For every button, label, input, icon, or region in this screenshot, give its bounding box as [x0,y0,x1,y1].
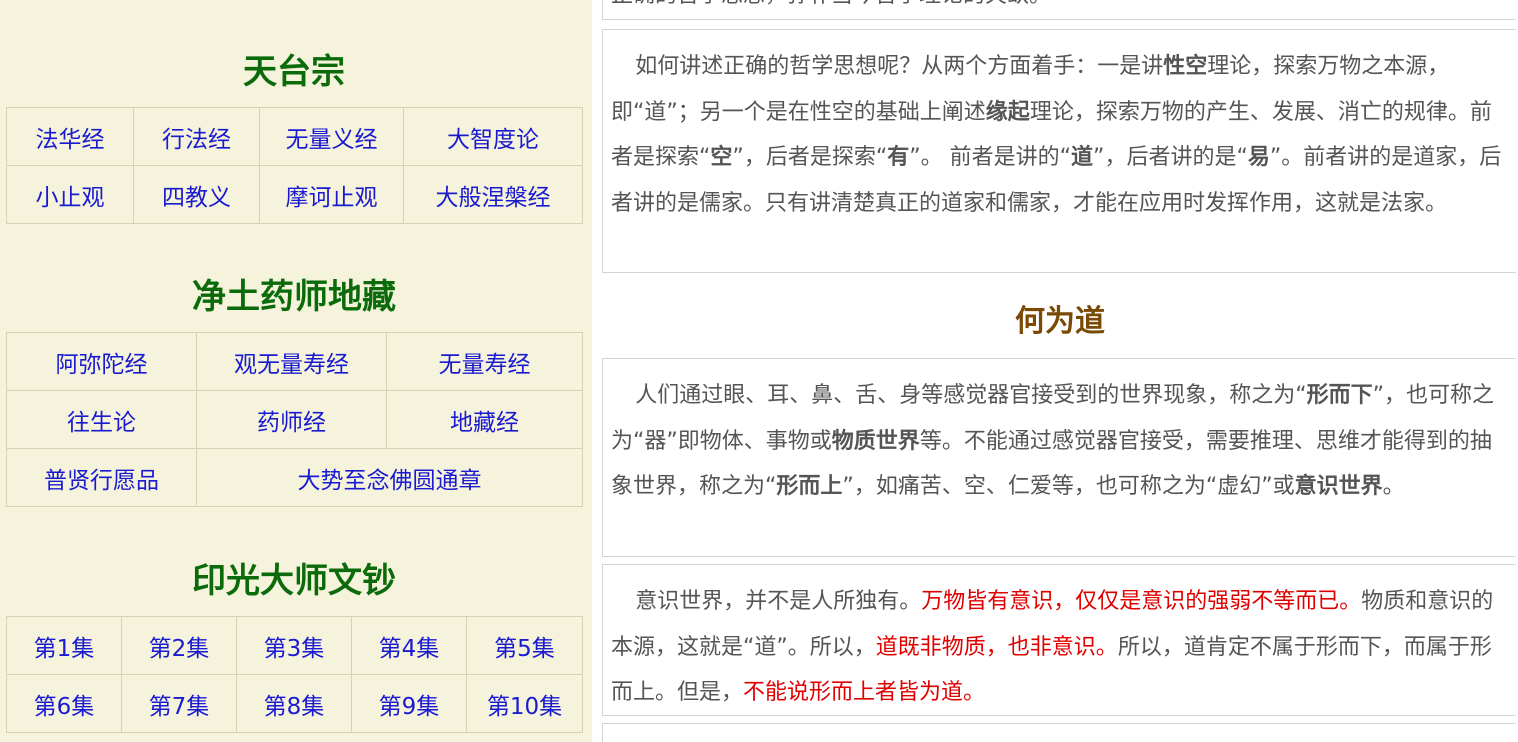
link-wangshenglun[interactable]: 往生论 [67,410,136,436]
table-cell: 第6集 [6,674,122,733]
table-cell: 往生论 [6,390,197,449]
link-volume-7[interactable]: 第7集 [149,694,210,720]
table-cell: 第9集 [351,674,467,733]
link-dizangjing[interactable]: 地藏经 [450,410,519,436]
bold-term: 有 [887,145,910,170]
table-row: 第6集 第7集 第8集 第9集 第10集 [6,674,583,733]
link-wuliangshoujing[interactable]: 无量寿经 [439,352,531,378]
paragraph-consciousness: 意识世界，并不是人所独有。万物皆有意识，仅仅是意识的强弱不等而已。物质和意识的本… [611,579,1508,715]
link-dabanniepanjing[interactable]: 大般涅槃经 [436,185,551,211]
table-cell: 第5集 [466,616,583,675]
bold-term: 形而下 [1306,383,1373,408]
paragraph-box-dao-definition: 人们通过眼、耳、鼻、舌、身等感觉器官接受到的世界现象，称之为“形而下”，也可称之… [602,358,1516,557]
table-cell: 第7集 [121,674,237,733]
link-volume-6[interactable]: 第6集 [34,694,95,720]
bold-term: 形而上 [776,474,843,499]
bold-term: 道 [1071,145,1094,170]
link-volume-5[interactable]: 第5集 [494,636,555,662]
link-volume-2[interactable]: 第2集 [149,636,210,662]
table-cell: 第8集 [236,674,352,733]
link-puxianxingyuanpin[interactable]: 普贤行愿品 [44,468,159,494]
paragraph-box-next [602,723,1516,742]
text-span: 人们通过眼、耳、鼻、舌、身等感觉器官接受到的世界现象，称之为“ [635,383,1307,408]
link-volume-4[interactable]: 第4集 [379,636,440,662]
tiantai-links-table: 法华经 行法经 无量义经 大智度论 小止观 四教义 摩诃止观 大般涅槃经 [6,107,583,224]
bold-term: 物质世界 [831,428,920,454]
bold-term: 空 [710,145,733,170]
table-row: 普贤行愿品 大势至念佛圆通章 [6,448,583,507]
jingtu-links-table: 阿弥陀经 观无量寿经 无量寿经 往生论 药师经 地藏经 普贤行愿品 大势至念佛圆… [6,332,583,507]
text-span: ”。 前者是讲的“ [909,145,1072,170]
text-span: ”，后者是探索“ [732,145,888,170]
text-span: ”，如痛苦、空、仁爱等，也可称之为“虚幻”或 [842,474,1295,499]
table-cell: 第10集 [466,674,583,733]
table-cell: 第2集 [121,616,237,675]
table-cell: 阿弥陀经 [6,332,197,391]
paragraph-dao-definition: 人们通过眼、耳、鼻、舌、身等感觉器官接受到的世界现象，称之为“形而下”，也可称之… [611,373,1508,510]
text-span: 如何讲述正确的哲学思想呢？从两个方面着手：一是讲 [635,54,1164,79]
yinguang-links-table: 第1集 第2集 第3集 第4集 第5集 第6集 第7集 第8集 第9集 第10集 [6,616,583,733]
sidebar: 天台宗 法华经 行法经 无量义经 大智度论 小止观 四教义 摩诃止观 大般涅槃经… [0,0,592,742]
section-title-tiantai: 天台宗 [243,52,345,92]
table-cell: 摩诃止观 [259,165,404,224]
section-title-yinguang: 印光大师文钞 [192,561,396,601]
link-dazhidulun[interactable]: 大智度论 [447,127,539,153]
link-fahuajing[interactable]: 法华经 [36,127,105,153]
table-row: 阿弥陀经 观无量寿经 无量寿经 [6,332,583,391]
link-volume-10[interactable]: 第10集 [487,694,562,720]
table-cell: 第1集 [6,616,122,675]
table-cell: 普贤行愿品 [6,448,197,507]
table-row: 往生论 药师经 地藏经 [6,390,583,449]
table-cell: 无量寿经 [386,332,583,391]
section-title-jingtu: 净土药师地藏 [192,277,396,317]
table-row: 法华经 行法经 无量义经 大智度论 [6,107,583,166]
link-xiaozhiguan[interactable]: 小止观 [36,185,105,211]
link-mohezhiguan[interactable]: 摩诃止观 [286,185,378,211]
link-volume-1[interactable]: 第1集 [34,636,95,662]
table-row: 第1集 第2集 第3集 第4集 第5集 [6,616,583,675]
bold-term: 易 [1247,145,1270,170]
link-amituojing[interactable]: 阿弥陀经 [56,352,148,378]
link-guanwuliangshoujing[interactable]: 观无量寿经 [234,352,349,378]
table-cell: 大般涅槃经 [403,165,583,224]
section-heading-dao: 何为道 [1015,304,1105,339]
link-sijiaoyi[interactable]: 四教义 [162,185,231,211]
paragraph-box-consciousness: 意识世界，并不是人所独有。万物皆有意识，仅仅是意识的强弱不等而已。物质和意识的本… [602,564,1516,716]
link-volume-8[interactable]: 第8集 [264,694,325,720]
paragraph-box-philosophy: 如何讲述正确的哲学思想呢？从两个方面着手：一是讲性空理论，探索万物之本源，即“道… [602,29,1516,273]
link-volume-9[interactable]: 第9集 [379,694,440,720]
paragraph-philosophy: 如何讲述正确的哲学思想呢？从两个方面着手：一是讲性空理论，探索万物之本源，即“道… [611,44,1508,226]
link-volume-3[interactable]: 第3集 [264,636,325,662]
highlight-text: 万物皆有意识，仅仅是意识的强弱不等而已。 [921,589,1362,614]
link-dashizhi[interactable]: 大势至念佛圆通章 [298,468,482,494]
table-cell: 第4集 [351,616,467,675]
bold-term: 缘起 [985,99,1030,125]
table-cell: 无量义经 [259,107,404,166]
table-cell: 第3集 [236,616,352,675]
link-wuliangyijing[interactable]: 无量义经 [286,127,378,153]
link-yaoshijing[interactable]: 药师经 [257,410,326,436]
paragraph-fragment-text: 正确的哲学思想，弥补当今哲学理论的欠缺。 [611,0,1051,8]
main-content: 正确的哲学思想，弥补当今哲学理论的欠缺。 如何讲述正确的哲学思想呢？从两个方面着… [602,0,1518,742]
page: 天台宗 法华经 行法经 无量义经 大智度论 小止观 四教义 摩诃止观 大般涅槃经… [0,0,1518,742]
highlight-text: 道既非物质，也非意识。 [875,634,1118,660]
text-span: ”，后者讲的是“ [1093,145,1248,170]
table-cell: 药师经 [196,390,387,449]
bold-term: 性空 [1163,54,1208,79]
link-xingfajing[interactable]: 行法经 [162,127,231,153]
table-cell: 大势至念佛圆通章 [196,448,583,507]
table-cell: 大智度论 [403,107,583,166]
highlight-text: 不能说形而上者皆为道。 [743,680,986,705]
bold-term: 意识世界 [1294,474,1383,499]
text-span: 。 [1382,474,1405,499]
table-cell: 观无量寿经 [196,332,387,391]
table-row: 小止观 四教义 摩诃止观 大般涅槃经 [6,165,583,224]
table-cell: 地藏经 [386,390,583,449]
text-span: 意识世界，并不是人所独有。 [635,589,922,614]
table-cell: 行法经 [133,107,260,166]
table-cell: 法华经 [6,107,134,166]
table-cell: 四教义 [133,165,260,224]
table-cell: 小止观 [6,165,134,224]
paragraph-fragment: 正确的哲学思想，弥补当今哲学理论的欠缺。 [602,0,1516,20]
